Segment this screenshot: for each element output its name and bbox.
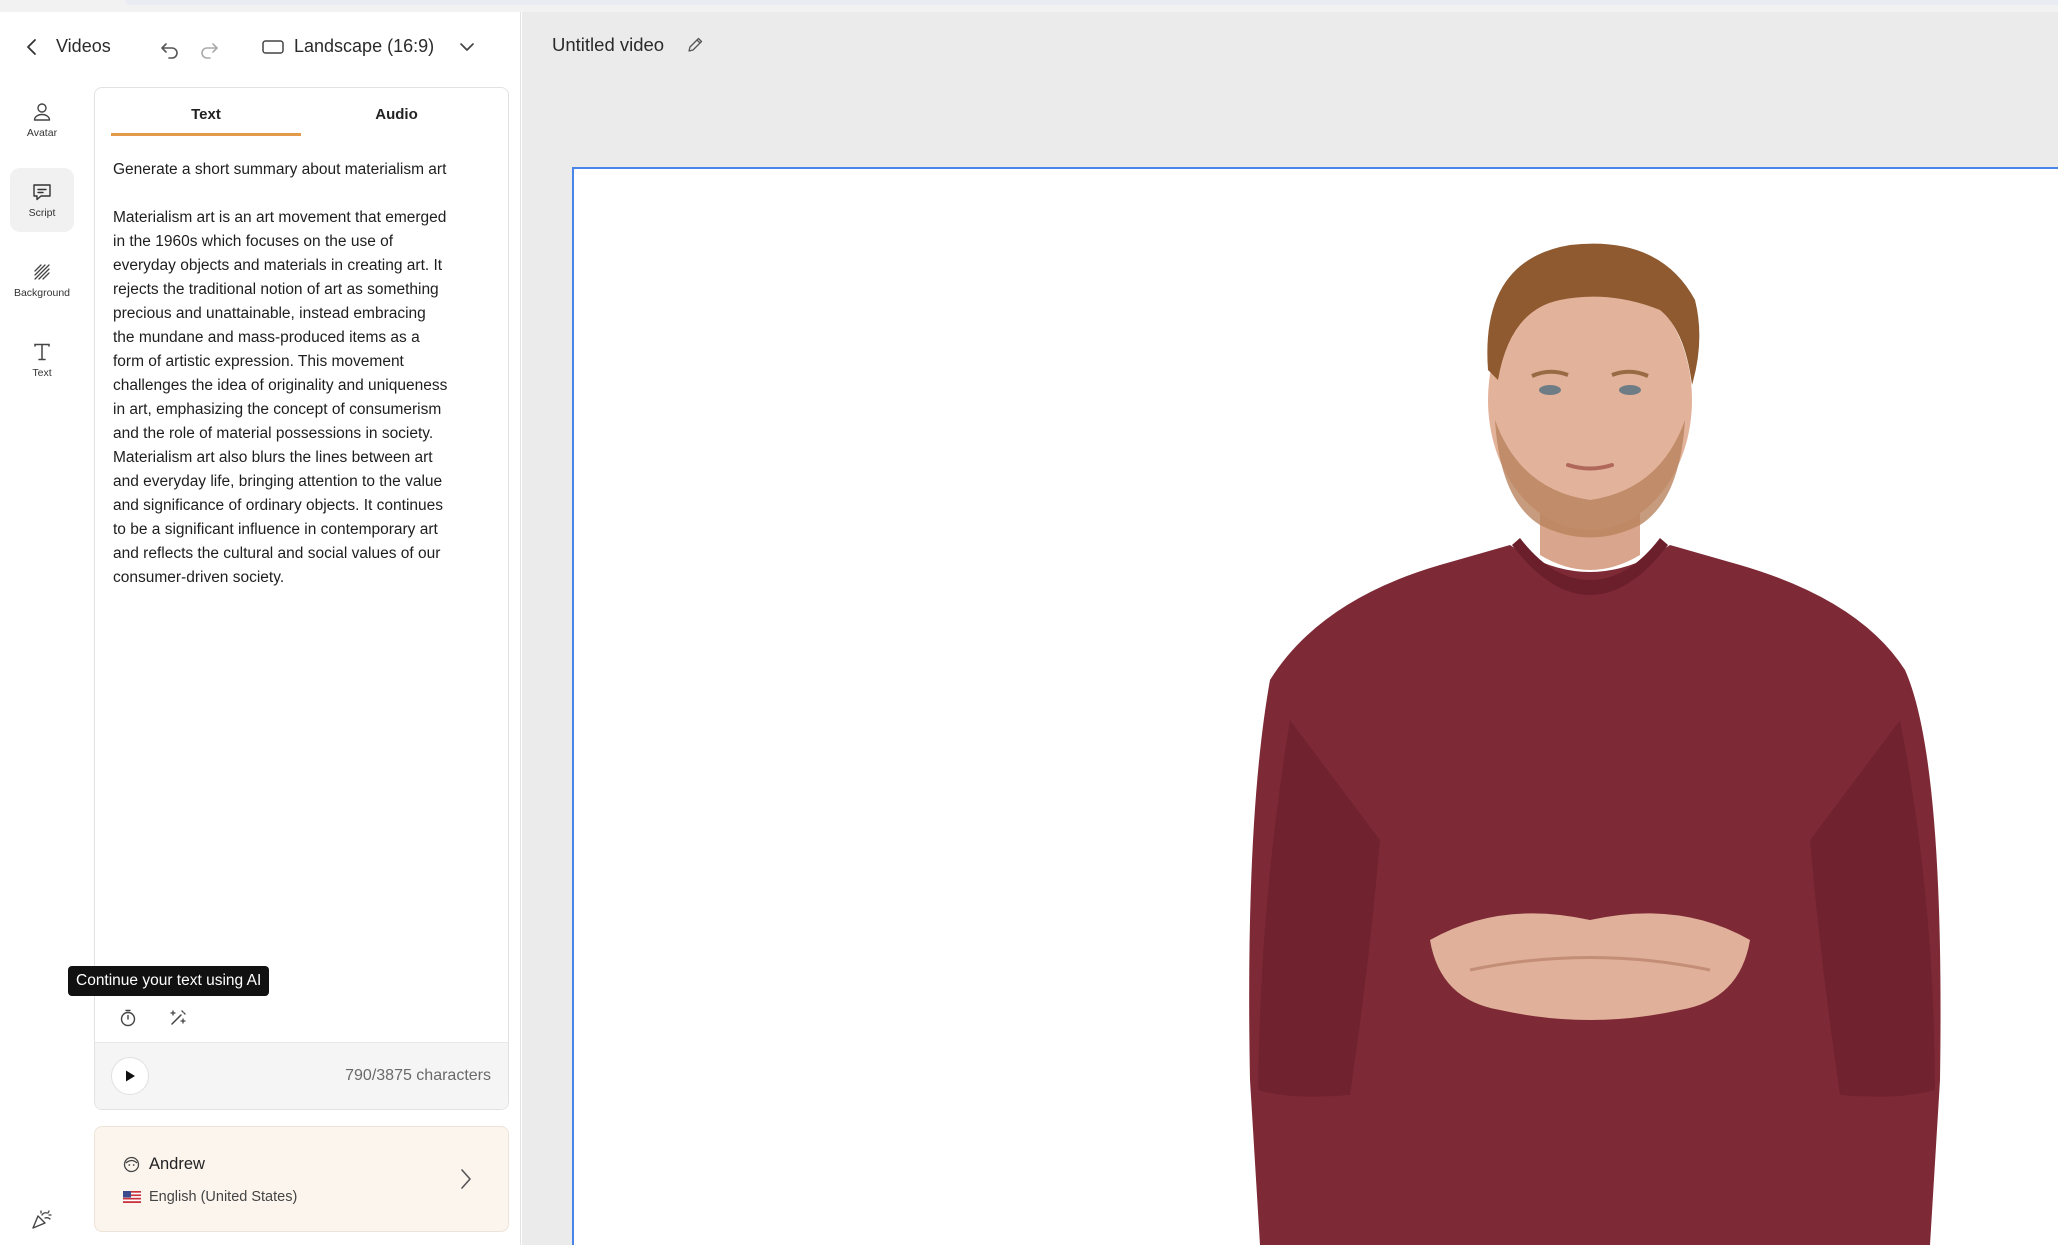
nav-label-avatar: Avatar bbox=[26, 127, 58, 139]
person-icon bbox=[33, 103, 51, 121]
celebration-popper-icon[interactable] bbox=[30, 1208, 54, 1230]
nav-item-script[interactable]: Script bbox=[10, 168, 74, 232]
tab-audio[interactable]: Audio bbox=[301, 102, 492, 136]
play-icon bbox=[126, 1070, 135, 1082]
voice-face-icon bbox=[123, 1156, 140, 1173]
chevron-right-icon bbox=[461, 1169, 471, 1189]
voice-name: Andrew bbox=[149, 1155, 205, 1173]
tab-text[interactable]: Text bbox=[111, 102, 301, 136]
script-textarea[interactable]: Generate a short summary about materiali… bbox=[113, 158, 493, 590]
redo-icon[interactable] bbox=[198, 38, 220, 60]
script-tabs: Text Audio bbox=[111, 102, 493, 136]
back-to-videos-button[interactable]: Videos bbox=[22, 36, 111, 57]
chevron-down-icon bbox=[460, 42, 474, 51]
voice-selector-card[interactable]: Andrew English (United States) bbox=[94, 1126, 509, 1232]
nav-label-background: Background bbox=[13, 287, 71, 299]
nav-label-script: Script bbox=[28, 207, 56, 219]
nav-label-text: Text bbox=[32, 367, 52, 379]
undo-icon[interactable] bbox=[159, 38, 181, 60]
character-count: 790/3875 characters bbox=[345, 1067, 491, 1084]
nav-item-background[interactable]: Background bbox=[10, 248, 74, 312]
preview-play-button[interactable] bbox=[111, 1057, 149, 1095]
stopwatch-icon[interactable] bbox=[118, 1008, 138, 1028]
script-card: Text Audio Generate a short summary abou… bbox=[94, 87, 509, 1110]
aspect-ratio-label: Landscape (16:9) bbox=[294, 36, 435, 56]
us-flag-icon bbox=[123, 1191, 141, 1203]
chat-bubble-icon bbox=[33, 184, 51, 201]
video-title[interactable]: Untitled video bbox=[552, 34, 664, 56]
aspect-ratio-dropdown[interactable]: Landscape (16:9) bbox=[262, 36, 476, 57]
nav-item-avatar[interactable]: Avatar bbox=[10, 88, 74, 152]
browser-top-strip bbox=[0, 0, 2058, 12]
nav-item-text[interactable]: Text bbox=[10, 328, 74, 392]
editor-nav: Avatar Script Background Text bbox=[10, 88, 74, 408]
script-tools bbox=[118, 1008, 188, 1028]
pencil-edit-icon[interactable] bbox=[686, 36, 704, 54]
address-bar-edge bbox=[125, 0, 2058, 5]
chevron-left-icon bbox=[27, 38, 36, 55]
voice-language: English (United States) bbox=[149, 1189, 298, 1205]
text-t-icon bbox=[34, 343, 50, 361]
hatch-pattern-icon bbox=[34, 264, 50, 280]
script-footer: 790/3875 characters bbox=[95, 1042, 508, 1109]
landscape-frame-icon bbox=[262, 39, 284, 54]
ai-continue-tooltip: Continue your text using AI bbox=[68, 966, 270, 996]
ai-sparkle-wand-icon[interactable] bbox=[168, 1008, 188, 1028]
back-label: Videos bbox=[56, 36, 111, 56]
avatar-presenter[interactable] bbox=[1140, 200, 1960, 1245]
